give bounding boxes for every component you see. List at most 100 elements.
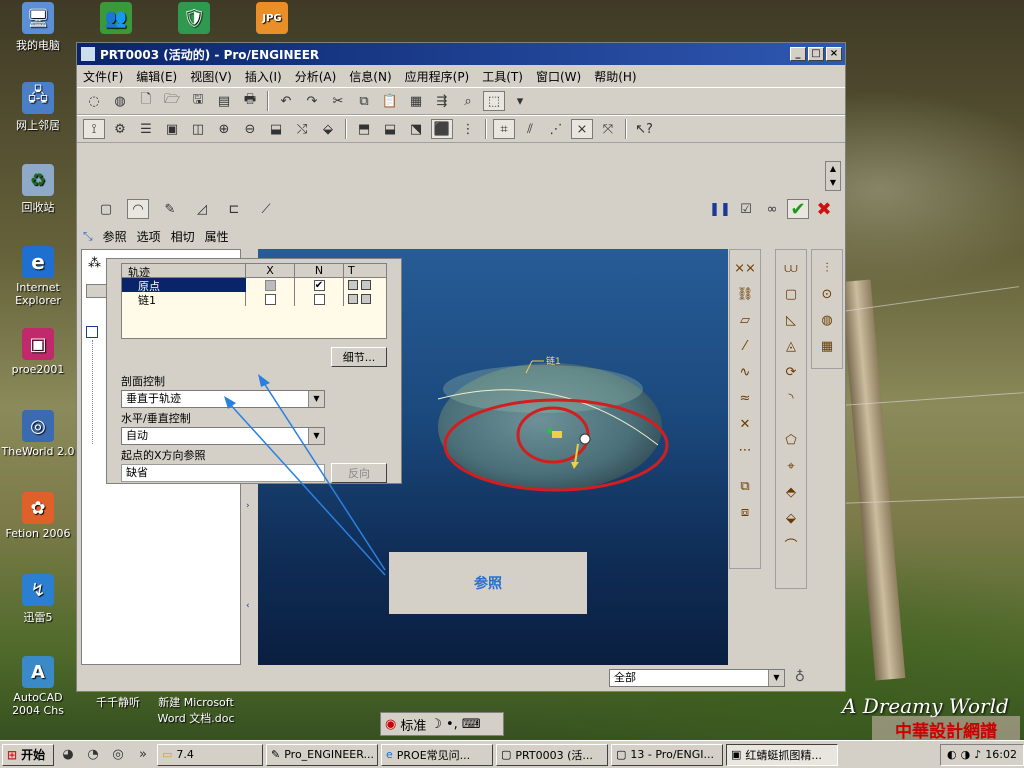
- desktop-icon-fetion[interactable]: ✿ Fetion 2006: [0, 492, 76, 540]
- sketch-tool-icon[interactable]: ⟟: [83, 119, 105, 139]
- coordinate-systems-icon[interactable]: ⨯: [571, 119, 593, 139]
- chevron-double-right-icon[interactable]: »: [132, 745, 154, 765]
- menu-info[interactable]: 信息(N): [349, 68, 391, 85]
- chevron-down-icon[interactable]: ▾: [509, 91, 531, 111]
- trim-icon[interactable]: ⟋: [255, 199, 277, 219]
- details-button[interactable]: 细节...: [331, 347, 387, 367]
- desktop-icon-thunder[interactable]: ↯ 迅雷5: [0, 574, 76, 625]
- datum-axis-tool-icon[interactable]: ⁄: [734, 336, 756, 356]
- new-file-icon[interactable]: 🗋: [135, 91, 157, 111]
- redo-icon[interactable]: ↷: [301, 91, 323, 111]
- regenerate-icon[interactable]: ⇶: [431, 91, 453, 111]
- ime-keyboard-icon[interactable]: ⌨: [462, 717, 481, 732]
- datum-points-icon[interactable]: ⋰: [545, 119, 567, 139]
- close-button[interactable]: ×: [826, 47, 842, 61]
- qq-icon[interactable]: ◕: [57, 745, 79, 765]
- pattern-tool-icon[interactable]: ⧉: [734, 476, 756, 496]
- print-icon[interactable]: 🖶: [239, 91, 261, 111]
- chevron-down-icon[interactable]: ▼: [768, 670, 784, 686]
- tray-icon[interactable]: ◑: [961, 748, 971, 761]
- chevron-right-icon[interactable]: ›: [246, 501, 250, 511]
- datum-point-tool-icon[interactable]: ⨯⨯: [734, 258, 756, 278]
- pause-icon[interactable]: ❚❚: [709, 199, 731, 219]
- cut-icon[interactable]: ✂: [327, 91, 349, 111]
- selection-filter[interactable]: 全部 ▼: [609, 669, 785, 687]
- extrude-tool-icon[interactable]: ⩊: [780, 258, 802, 278]
- chain-tool-icon[interactable]: ⛓: [734, 284, 756, 304]
- hidden-line-icon[interactable]: ⬓: [379, 119, 401, 139]
- layer-tree-icon[interactable]: ⚙: [109, 119, 131, 139]
- window-titlebar[interactable]: PRT0003 (活动的) - Pro/ENGINEER _ □ ×: [77, 43, 845, 65]
- trim-tool-icon[interactable]: ⬙: [780, 508, 802, 528]
- maximize-button[interactable]: □: [808, 47, 824, 61]
- chevron-down-icon[interactable]: ▼: [308, 391, 324, 407]
- tab-references[interactable]: 参照: [103, 228, 127, 245]
- ime-mode-label[interactable]: 标准: [400, 715, 426, 734]
- grid-icon[interactable]: ▦: [816, 336, 838, 356]
- table-row[interactable]: 链1: [122, 292, 386, 307]
- qq-group-icon[interactable]: ◔: [82, 745, 104, 765]
- no-hidden-icon[interactable]: ⬔: [405, 119, 427, 139]
- menu-insert[interactable]: 插入(I): [245, 68, 282, 85]
- repaint-icon[interactable]: ◫: [187, 119, 209, 139]
- extend-tool-icon[interactable]: ⌒: [780, 534, 802, 554]
- menu-tools[interactable]: 工具(T): [482, 68, 523, 85]
- taskbar-item-proe-doc[interactable]: ✎ Pro_ENGINEER...: [266, 743, 378, 766]
- taskbar-item-folder[interactable]: ▭ 7.4: [157, 743, 263, 766]
- t-toggle[interactable]: [361, 280, 371, 290]
- save-icon[interactable]: 🖫: [187, 91, 209, 111]
- coord-sys-tool-icon[interactable]: ✕: [734, 414, 756, 434]
- view-manager-icon[interactable]: ▣: [161, 119, 183, 139]
- surface-icon[interactable]: ◠: [127, 199, 149, 219]
- intersect-icon[interactable]: ⊙: [816, 284, 838, 304]
- taskbar-item-capture[interactable]: ▣ 红蜻蜓抓图精...: [726, 743, 838, 766]
- toolbar-scroll[interactable]: ▲ ▼: [825, 161, 841, 191]
- curve-tool-icon[interactable]: ∿: [734, 362, 756, 382]
- x-checkbox[interactable]: [264, 293, 276, 305]
- menu-window[interactable]: 窗口(W): [536, 68, 581, 85]
- remove-material-icon[interactable]: ◿: [191, 199, 213, 219]
- thicken-icon[interactable]: ⊏: [223, 199, 245, 219]
- tab-properties[interactable]: 属性: [205, 228, 229, 245]
- chamfer-tool-icon[interactable]: ⬠: [780, 430, 802, 450]
- open-session-icon[interactable]: ◍: [109, 91, 131, 111]
- new-icon[interactable]: ◌: [83, 91, 105, 111]
- tab-tangency[interactable]: 相切: [171, 228, 195, 245]
- model-tree-tab[interactable]: [86, 284, 108, 298]
- desktop-icon-recycle-bin[interactable]: ♻ 回收站: [0, 164, 76, 215]
- menu-help[interactable]: 帮助(H): [594, 68, 636, 85]
- shell-tool-icon[interactable]: ◺: [780, 310, 802, 330]
- clock[interactable]: 16:02: [985, 748, 1017, 761]
- shading-icon[interactable]: ⬛: [431, 119, 453, 139]
- t-toggle[interactable]: [348, 280, 358, 290]
- desktop-icon-proe[interactable]: ▣ proe2001: [0, 328, 76, 376]
- find-icon[interactable]: ⌕: [457, 91, 479, 111]
- desktop-icon-shield[interactable]: 🛡: [156, 2, 232, 37]
- menu-edit[interactable]: 编辑(E): [136, 68, 177, 85]
- sketched-curve-icon[interactable]: ≈: [734, 388, 756, 408]
- tray-icon[interactable]: ◐: [947, 748, 957, 761]
- rib-tool-icon[interactable]: ◬: [780, 336, 802, 356]
- mirror-feature-icon[interactable]: ⫶: [816, 258, 838, 278]
- taskbar-item-ie[interactable]: e PROE常见问...: [381, 743, 493, 766]
- n-checkbox[interactable]: [313, 293, 325, 305]
- chevron-down-icon[interactable]: ▼: [308, 428, 324, 444]
- layers-icon[interactable]: ☰: [135, 119, 157, 139]
- mirror-tool-icon[interactable]: ⌖: [780, 456, 802, 476]
- desktop-icon-users[interactable]: 👥: [78, 2, 154, 37]
- ime-logo-icon[interactable]: ◉: [385, 717, 396, 732]
- cancel-icon[interactable]: ✖: [813, 199, 835, 220]
- paste-special-icon[interactable]: ▦: [405, 91, 427, 111]
- menu-file[interactable]: 文件(F): [83, 68, 123, 85]
- selection-box-icon[interactable]: ⬚: [483, 91, 505, 111]
- zoom-in-icon[interactable]: ⊕: [213, 119, 235, 139]
- tree-root[interactable]: [86, 326, 98, 338]
- desktop-icon-network[interactable]: 🖧 网上邻居: [0, 82, 76, 133]
- ime-halfwidth-icon[interactable]: ☽: [430, 717, 442, 732]
- orient-icon[interactable]: ⤭: [291, 119, 313, 139]
- undo-icon[interactable]: ↶: [275, 91, 297, 111]
- taskbar-item-prt0003[interactable]: ▢ PRT0003 (活...: [496, 743, 608, 766]
- wireframe-icon[interactable]: ⬒: [353, 119, 375, 139]
- glasses-icon[interactable]: ∞: [761, 199, 783, 219]
- browser-icon[interactable]: ◎: [107, 745, 129, 765]
